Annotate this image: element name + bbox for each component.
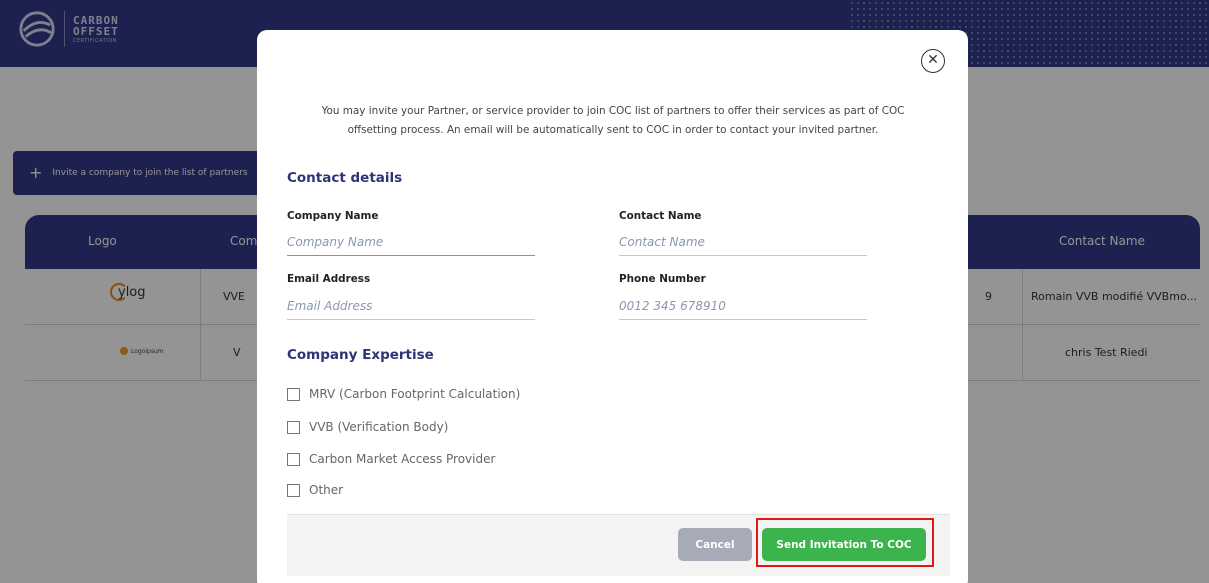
contact-name-input[interactable]: [619, 228, 867, 256]
phone-number-input[interactable]: [619, 292, 867, 320]
send-invitation-button[interactable]: Send Invitation To COC: [762, 528, 926, 561]
expertise-option-label: VVB (Verification Body): [309, 420, 449, 434]
phone-number-label: Phone Number: [619, 273, 706, 285]
expertise-option-mrv[interactable]: MRV (Carbon Footprint Calculation): [287, 387, 520, 401]
email-address-input[interactable]: [287, 292, 535, 320]
contact-name-label: Contact Name: [619, 210, 702, 222]
cancel-button[interactable]: Cancel: [678, 528, 752, 561]
modal-intro-text: You may invite your Partner, or service …: [279, 102, 947, 140]
company-name-input[interactable]: [287, 228, 535, 256]
checkbox[interactable]: [287, 452, 300, 466]
email-address-label: Email Address: [287, 273, 371, 285]
checkbox[interactable]: [287, 483, 300, 497]
intro-line-1: You may invite your Partner, or service …: [321, 105, 905, 117]
company-name-label: Company Name: [287, 210, 379, 222]
expertise-option-vvb[interactable]: VVB (Verification Body): [287, 420, 448, 434]
expertise-option-other[interactable]: Other: [287, 483, 343, 497]
invite-partner-modal: ✕ You may invite your Partner, or servic…: [257, 30, 968, 583]
company-expertise-title: Company Expertise: [287, 347, 434, 363]
intro-line-2: offsetting process. An email will be aut…: [347, 124, 879, 136]
expertise-option-label: Carbon Market Access Provider: [309, 452, 496, 466]
checkbox[interactable]: [287, 420, 300, 434]
close-icon[interactable]: ✕: [921, 49, 945, 73]
contact-details-title: Contact details: [287, 170, 403, 186]
expertise-option-label: MRV (Carbon Footprint Calculation): [309, 387, 521, 401]
expertise-option-label: Other: [309, 483, 344, 497]
checkbox[interactable]: [287, 387, 300, 401]
modal-footer: Cancel Send Invitation To COC: [287, 514, 950, 576]
expertise-option-market-access[interactable]: Carbon Market Access Provider: [287, 452, 495, 466]
